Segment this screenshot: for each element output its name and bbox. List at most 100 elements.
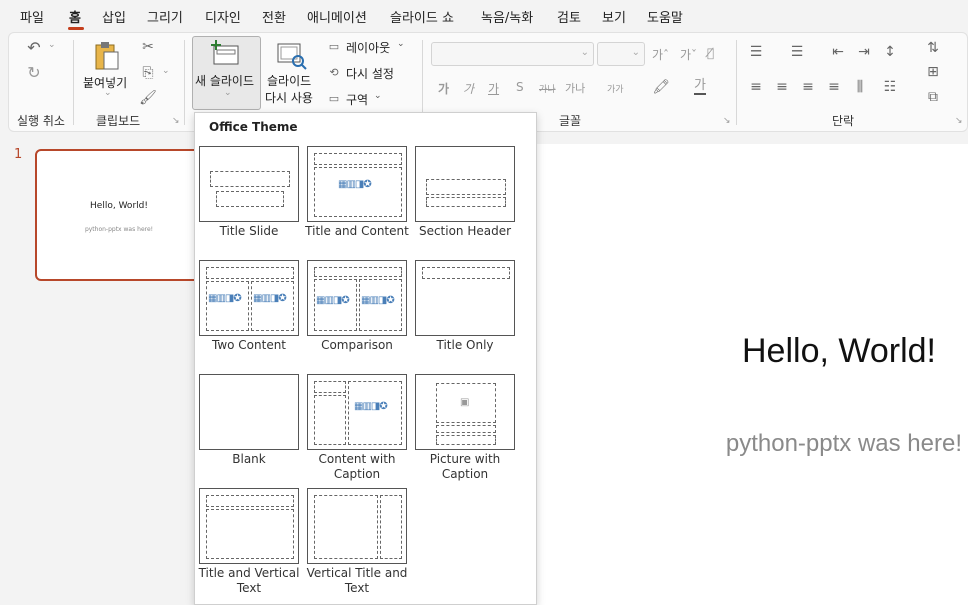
tab-file[interactable]: 파일	[20, 7, 44, 26]
bullets-icon[interactable]: ☰	[747, 44, 765, 60]
layout-name: Section Header	[418, 224, 512, 238]
paste-icon[interactable]	[93, 40, 121, 72]
content-icons: ▦▥◨✪	[338, 179, 372, 190]
slide-thumbnail[interactable]: Hello, World! python-pptx was here!	[35, 149, 203, 281]
line-spacing-icon[interactable]: ↕	[881, 44, 899, 60]
tab-record[interactable]: 녹음/녹화	[481, 7, 533, 26]
layout-preview	[199, 146, 299, 222]
new-slide-icon	[210, 40, 240, 66]
strikethrough-icon[interactable]: 가나	[539, 82, 556, 95]
format-painter-icon[interactable]: 🖌	[139, 89, 157, 107]
smartart-icon[interactable]: ⧉	[924, 89, 942, 105]
char-spacing-icon[interactable]: 가나	[565, 80, 585, 96]
tab-home[interactable]: 홈	[69, 7, 81, 26]
tab-design[interactable]: 디자인	[205, 7, 241, 26]
slide-number: 1	[14, 147, 23, 162]
decrease-indent-icon[interactable]: ⇤	[829, 44, 847, 60]
font-size-combo[interactable]: ⌄	[597, 42, 645, 66]
layout-gallery: Office Theme Title Slide ▦▥◨✪ Title and …	[194, 112, 537, 605]
tab-transitions[interactable]: 전환	[262, 7, 286, 26]
menu-bar: 파일 홈 삽입 그리기 디자인 전환 애니메이션 슬라이드 쇼 녹음/녹화 검토…	[0, 0, 968, 32]
chevron-down-icon[interactable]: ⌄	[48, 40, 56, 50]
content-icons: ▦▥◨✪	[361, 295, 395, 306]
font-name-combo[interactable]: ⌄	[431, 42, 594, 66]
font-color-icon[interactable]: 가	[694, 78, 706, 95]
section-button[interactable]: 구역	[346, 91, 368, 108]
separator	[736, 40, 737, 125]
separator	[73, 40, 74, 125]
align-left-icon[interactable]: ≡	[747, 79, 765, 95]
tab-animations[interactable]: 애니메이션	[307, 7, 367, 26]
active-tab-indicator	[68, 27, 84, 30]
text-direction-icon[interactable]: ⇅	[924, 40, 942, 56]
layout-icon[interactable]: ▭	[326, 39, 342, 53]
decrease-font-icon[interactable]: 가ˇ	[680, 46, 697, 63]
slide-title[interactable]: Hello, World!	[742, 332, 936, 371]
chevron-down-icon[interactable]: ⌄	[374, 91, 382, 101]
tab-review[interactable]: 검토	[557, 7, 581, 26]
picture-icon: ▣	[460, 397, 470, 408]
layout-preview: ▦▥◨✪ ▦▥◨✪	[199, 260, 299, 336]
align-text-icon[interactable]: ⊞	[924, 64, 942, 80]
chevron-down-icon: ⌄	[224, 88, 232, 98]
reuse-slides-label-1[interactable]: 슬라이드	[267, 72, 311, 89]
content-icons: ▦▥◨✪	[253, 293, 287, 304]
layout-name: Comparison	[321, 338, 393, 352]
increase-indent-icon[interactable]: ⇥	[855, 44, 873, 60]
tab-insert[interactable]: 삽입	[102, 7, 126, 26]
copy-icon[interactable]: ⎘	[139, 64, 157, 82]
numbering-icon[interactable]: ☰	[788, 44, 806, 60]
layout-name: Blank	[232, 452, 266, 466]
layout-name: Vertical Title and Text	[306, 566, 408, 595]
section-icon[interactable]: ▭	[326, 91, 342, 105]
highlight-icon[interactable]: 🖍	[652, 78, 670, 96]
layout-name: Content with Caption	[318, 452, 396, 481]
italic-icon[interactable]: 가	[463, 80, 474, 97]
dialog-launcher-icon[interactable]: ↘	[955, 116, 963, 126]
new-slide-label: 새 슬라이드	[195, 74, 255, 88]
align-right-icon[interactable]: ≡	[799, 79, 817, 95]
content-icons: ▦▥◨✪	[316, 295, 350, 306]
reset-button[interactable]: 다시 설정	[346, 65, 394, 82]
chevron-down-icon[interactable]: ⌄	[397, 39, 405, 49]
slide-subtitle[interactable]: python-pptx was here!	[726, 430, 962, 458]
layout-preview: ▦▥◨✪ ▦▥◨✪	[307, 260, 407, 336]
reuse-slides-label-2[interactable]: 다시 사용	[265, 89, 313, 106]
layout-name: Two Content	[211, 338, 287, 352]
bold-icon[interactable]: 가	[438, 80, 449, 97]
distributed-icon[interactable]: ⫼	[851, 79, 869, 95]
tab-slideshow[interactable]: 슬라이드 쇼	[390, 7, 454, 26]
layout-preview	[199, 374, 299, 450]
clear-format-icon[interactable]: 가̸	[707, 46, 714, 60]
layout-preview: ▦▥◨✪	[307, 374, 407, 450]
layout-preview	[415, 146, 515, 222]
chevron-down-icon[interactable]: ⌄	[162, 66, 170, 76]
layout-preview	[199, 488, 299, 564]
undo-icon[interactable]: ↶	[24, 38, 44, 57]
layout-name: Title Only	[436, 338, 494, 352]
shadow-icon[interactable]: S	[516, 80, 524, 94]
increase-font-icon[interactable]: 가ˆ	[652, 46, 669, 63]
layout-preview: ▦▥◨✪	[307, 146, 407, 222]
tab-view[interactable]: 보기	[602, 7, 626, 26]
content-icons: ▦▥◨✪	[208, 293, 242, 304]
reset-icon[interactable]: ⟲	[326, 65, 342, 79]
chevron-down-icon[interactable]: ⌄	[104, 88, 112, 98]
redo-icon[interactable]: ↻	[24, 63, 44, 82]
content-icons: ▦▥◨✪	[354, 401, 388, 412]
layout-preview	[415, 260, 515, 336]
tab-draw[interactable]: 그리기	[147, 7, 183, 26]
layout-button[interactable]: 레이아웃	[346, 39, 390, 56]
layout-preview: ▣	[415, 374, 515, 450]
cut-icon[interactable]: ✂	[139, 38, 157, 56]
change-case-icon[interactable]: 가가	[607, 82, 624, 95]
thumbnail-title: Hello, World!	[90, 201, 148, 211]
reuse-slides-icon[interactable]	[277, 42, 307, 70]
justify-icon[interactable]: ≡	[825, 79, 843, 95]
columns-icon[interactable]: ☷	[881, 79, 899, 95]
underline-icon[interactable]: 가	[488, 80, 499, 97]
dialog-launcher-icon[interactable]: ↘	[172, 116, 180, 126]
align-center-icon[interactable]: ≡	[773, 79, 791, 95]
tab-help[interactable]: 도움말	[647, 7, 683, 26]
dialog-launcher-icon[interactable]: ↘	[723, 116, 731, 126]
